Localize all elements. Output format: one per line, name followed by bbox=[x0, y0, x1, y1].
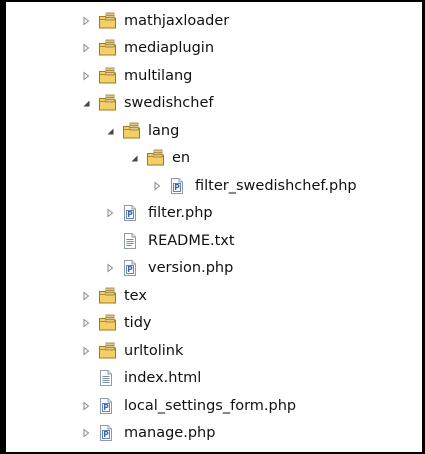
tree-item-local-settings-form-php[interactable]: P local_settings_form.php bbox=[0, 392, 420, 420]
chevron-right-icon[interactable] bbox=[80, 317, 92, 329]
svg-text:P: P bbox=[103, 403, 109, 412]
svg-text:P: P bbox=[127, 265, 133, 274]
php-file-icon: P bbox=[98, 397, 118, 415]
chevron-right-icon[interactable] bbox=[80, 70, 92, 82]
tree-item-label: README.txt bbox=[148, 232, 235, 249]
package-folder-icon bbox=[98, 342, 118, 360]
package-folder-icon bbox=[98, 12, 118, 30]
tree-item-label: tidy bbox=[124, 315, 152, 332]
chevron-down-icon[interactable] bbox=[128, 152, 140, 164]
tree-item-label: mathjaxloader bbox=[124, 12, 230, 29]
tree-item-mathjaxloader[interactable]: mathjaxloader bbox=[0, 7, 420, 35]
chevron-right-icon[interactable] bbox=[80, 345, 92, 357]
tree-item-label: en bbox=[172, 150, 191, 167]
php-file-icon: P bbox=[122, 259, 142, 277]
package-folder-icon bbox=[98, 67, 118, 85]
package-folder-icon bbox=[98, 314, 118, 332]
php-file-icon: P bbox=[98, 424, 118, 442]
package-folder-icon bbox=[98, 94, 118, 112]
chevron-right-icon[interactable] bbox=[80, 15, 92, 27]
html-file-icon bbox=[98, 369, 118, 387]
tree-item-label: filter_swedishchef.php bbox=[195, 177, 357, 194]
chevron-down-icon[interactable] bbox=[104, 125, 116, 137]
tree-item-label: tex bbox=[124, 287, 147, 304]
chevron-right-icon[interactable] bbox=[151, 180, 163, 192]
package-folder-icon bbox=[98, 287, 118, 305]
php-file-icon: P bbox=[169, 177, 189, 195]
tree-item-label: urltolink bbox=[124, 342, 184, 359]
tree-item-mediaplugin[interactable]: mediaplugin bbox=[0, 35, 420, 63]
tree-item-multilang[interactable]: multilang bbox=[0, 62, 420, 90]
package-folder-icon bbox=[146, 149, 166, 167]
tree-item-label: multilang bbox=[124, 67, 193, 84]
tree-item-manage-php[interactable]: P manage.php bbox=[0, 420, 420, 448]
tree-item-label: lang bbox=[148, 122, 180, 139]
project-explorer-panel: mathjaxloader mediaplugin multilang swed… bbox=[0, 0, 425, 454]
text-file-icon bbox=[122, 232, 142, 250]
tree-item-swedishchef[interactable]: swedishchef bbox=[0, 90, 420, 118]
tree-item-en[interactable]: en bbox=[0, 145, 420, 173]
tree-item-readme-txt[interactable]: README.txt bbox=[0, 227, 420, 255]
chevron-right-icon[interactable] bbox=[80, 400, 92, 412]
chevron-right-icon[interactable] bbox=[104, 262, 116, 274]
tree-item-tidy[interactable]: tidy bbox=[0, 310, 420, 338]
top-border bbox=[0, 0, 425, 2]
tree-item-lang[interactable]: lang bbox=[0, 117, 420, 145]
tree-item-filter-php[interactable]: P filter.php bbox=[0, 200, 420, 228]
tree-item-label: filter.php bbox=[148, 205, 213, 222]
package-folder-icon bbox=[122, 122, 142, 140]
package-folder-icon bbox=[98, 39, 118, 57]
chevron-right-icon[interactable] bbox=[80, 427, 92, 439]
svg-text:P: P bbox=[127, 210, 133, 219]
tree-item-urltolink[interactable]: urltolink bbox=[0, 337, 420, 365]
tree-item-label: index.html bbox=[124, 370, 202, 387]
tree-item-label: local_settings_form.php bbox=[124, 397, 297, 414]
tree-item-label: mediaplugin bbox=[124, 40, 215, 57]
chevron-right-icon[interactable] bbox=[80, 42, 92, 54]
svg-text:P: P bbox=[103, 430, 109, 439]
chevron-right-icon[interactable] bbox=[80, 290, 92, 302]
chevron-right-icon[interactable] bbox=[104, 207, 116, 219]
tree-item-label: swedishchef bbox=[124, 95, 214, 112]
tree-item-label: version.php bbox=[148, 260, 234, 277]
tree-item-version-php[interactable]: P version.php bbox=[0, 255, 420, 283]
tree-item-index-html[interactable]: index.html bbox=[0, 365, 420, 393]
svg-text:P: P bbox=[174, 183, 180, 192]
chevron-down-icon[interactable] bbox=[80, 97, 92, 109]
tree-item-filter-swedishchef-php[interactable]: P filter_swedishchef.php bbox=[0, 172, 420, 200]
php-file-icon: P bbox=[122, 204, 142, 222]
tree-item-tex[interactable]: tex bbox=[0, 282, 420, 310]
file-tree: mathjaxloader mediaplugin multilang swed… bbox=[0, 7, 420, 447]
tree-item-label: manage.php bbox=[124, 425, 216, 442]
